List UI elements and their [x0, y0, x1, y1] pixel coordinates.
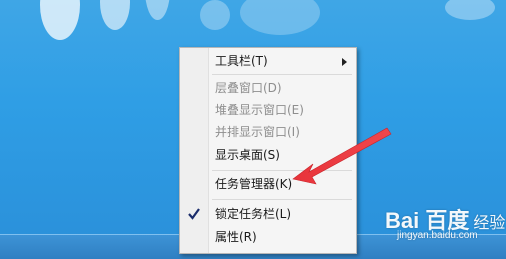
wallpaper-shape: [200, 0, 230, 30]
menu-item-lock-taskbar[interactable]: 锁定任务栏(L): [180, 204, 356, 225]
wallpaper-shape: [240, 0, 320, 35]
menu-item-label: 工具栏(T): [215, 54, 268, 68]
menu-item-stacked-windows[interactable]: 堆叠显示窗口(E): [180, 100, 356, 121]
menu-item-label: 属性(R): [215, 230, 257, 244]
menu-separator: [212, 199, 352, 200]
menu-item-cascade-windows[interactable]: 层叠窗口(D): [180, 78, 356, 99]
menu-item-label: 并排显示窗口(I): [215, 125, 300, 139]
wallpaper-shape: [40, 0, 80, 40]
checkmark-icon: [188, 208, 200, 220]
menu-item-task-manager[interactable]: 任务管理器(K): [180, 174, 356, 195]
menu-item-toolbars[interactable]: 工具栏(T): [180, 51, 356, 72]
watermark-jingyan: 经验: [473, 215, 506, 232]
menu-item-properties[interactable]: 属性(R): [180, 227, 356, 248]
desktop: 工具栏(T) 层叠窗口(D) 堆叠显示窗口(E) 并排显示窗口(I) 显示桌面(…: [0, 0, 506, 259]
menu-item-label: 显示桌面(S): [215, 148, 280, 162]
baidu-jingyan-watermark: Bai 百度 经验 jingyan.baidu.com: [385, 203, 506, 241]
taskbar-context-menu: 工具栏(T) 层叠窗口(D) 堆叠显示窗口(E) 并排显示窗口(I) 显示桌面(…: [179, 47, 357, 254]
menu-item-label: 锁定任务栏(L): [215, 207, 292, 221]
menu-separator: [212, 170, 352, 171]
menu-item-show-desktop[interactable]: 显示桌面(S): [180, 145, 356, 166]
menu-item-side-by-side-windows[interactable]: 并排显示窗口(I): [180, 122, 356, 143]
watermark-url: jingyan.baidu.com: [397, 230, 478, 241]
menu-item-label: 堆叠显示窗口(E): [215, 103, 304, 117]
wallpaper-shape: [445, 0, 495, 20]
wallpaper-shape: [100, 0, 130, 30]
menu-separator: [212, 74, 352, 75]
menu-item-label: 层叠窗口(D): [215, 81, 282, 95]
submenu-arrow-icon: [342, 58, 347, 66]
menu-item-label: 任务管理器(K): [215, 177, 293, 191]
wallpaper-shape: [145, 0, 170, 20]
